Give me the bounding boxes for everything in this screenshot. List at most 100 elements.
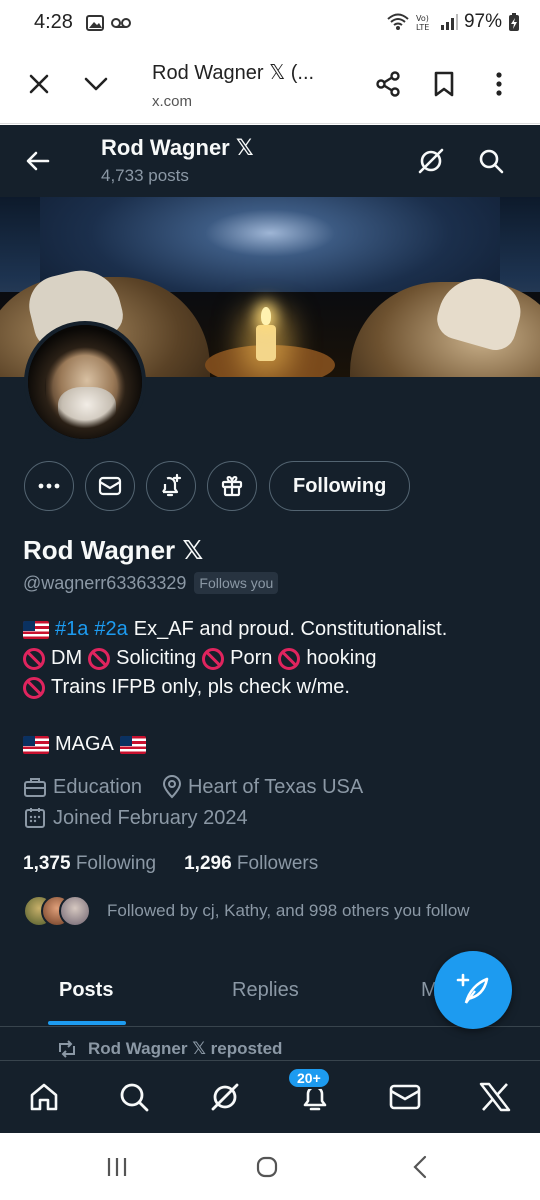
x-app: Rod Wagner 𝕏 4,733 posts Following Rod W… (0, 125, 540, 1133)
joined-item: Joined February 2024 (23, 806, 248, 830)
status-notification-icons (86, 14, 132, 32)
compose-post-button[interactable] (434, 951, 512, 1029)
page-url[interactable]: x.com (152, 93, 192, 110)
avatar-hood (28, 325, 142, 439)
profession-text: Education (53, 775, 142, 798)
bio-text: hooking (306, 647, 377, 669)
more-button[interactable] (24, 461, 74, 511)
followers-count-link[interactable]: 1,296 Followers (184, 853, 318, 875)
wifi-icon (387, 13, 409, 30)
more-options-button[interactable] (479, 64, 519, 104)
status-right: Vo) LTE 97% (386, 11, 520, 33)
active-tab-indicator (48, 1021, 126, 1025)
home-icon (30, 1083, 58, 1111)
bio-text: Trains IFPB only, pls check w/me. (51, 676, 350, 698)
followers-facepile (23, 895, 91, 927)
profile-name: Rod Wagner 𝕏 (23, 535, 203, 566)
hashtag-link[interactable]: #2a (94, 615, 127, 644)
nav-home[interactable] (24, 1077, 64, 1117)
gift-button[interactable] (207, 461, 257, 511)
avatar (59, 895, 91, 927)
chevron-down-icon (84, 77, 108, 91)
bookmark-button[interactable] (424, 64, 464, 104)
followers-count: 1,296 (184, 853, 232, 874)
banner-flame (261, 307, 271, 325)
profile-meta-row-1: Education Heart of Texas USA (23, 775, 363, 799)
tab-posts[interactable]: Posts (59, 979, 113, 1002)
followed-by-text: Followed by cj, Kathy, and 998 others yo… (107, 901, 470, 920)
bio-line-1: #1a #2a Ex_AF and proud. Constitutionali… (23, 615, 523, 644)
repost-icon (59, 1040, 75, 1058)
minimize-button[interactable] (76, 64, 116, 104)
svg-text:Vo): Vo) (416, 14, 429, 23)
prohibited-icon (202, 647, 225, 670)
hashtag-link[interactable]: #1a (55, 615, 88, 644)
back-system-button[interactable] (400, 1151, 440, 1183)
recent-apps-button[interactable] (97, 1151, 137, 1183)
following-button[interactable]: Following (269, 461, 411, 511)
prohibited-icon (23, 647, 45, 670)
location-text: Heart of Texas USA (187, 775, 364, 798)
location-pin-icon (162, 775, 181, 799)
followers-label: Followers (236, 853, 319, 874)
grok-button[interactable] (412, 142, 450, 180)
location-item: Heart of Texas USA (162, 775, 363, 799)
notify-button[interactable] (146, 461, 196, 511)
us-flag-icon (119, 735, 146, 754)
bell-plus-icon (162, 473, 182, 497)
tab-replies[interactable]: Replies (232, 979, 299, 1002)
header-posts-count: 4,733 posts (101, 166, 189, 185)
share-button[interactable] (368, 64, 408, 104)
nav-grok[interactable] (205, 1077, 245, 1117)
joined-text: Joined February 2024 (53, 806, 248, 829)
header-name: Rod Wagner 𝕏 (101, 135, 254, 160)
home-circle-icon (256, 1156, 278, 1178)
nav-search[interactable] (114, 1077, 154, 1117)
profession-item: Education (23, 776, 142, 799)
bio-line-3: Trains IFPB only, pls check w/me. (23, 673, 523, 702)
grok-icon (418, 148, 444, 174)
search-button[interactable] (472, 142, 510, 180)
followed-by-row[interactable]: Followed by cj, Kathy, and 998 others yo… (23, 895, 470, 927)
home-button[interactable] (247, 1151, 287, 1183)
briefcase-icon (24, 778, 46, 797)
search-icon (479, 149, 504, 174)
bio-text: Ex_AF and proud. Constitutionalist. (133, 618, 448, 640)
bookmark-icon (434, 71, 454, 97)
profile-name-text: Rod Wagner 𝕏 (23, 535, 204, 565)
follows-you-badge: Follows you (194, 572, 279, 594)
signal-icon (440, 14, 458, 30)
us-flag-icon (23, 620, 49, 639)
message-button[interactable] (85, 461, 135, 511)
repost-text: Rod Wagner 𝕏 reposted (88, 1039, 283, 1058)
gallery-icon (86, 15, 104, 31)
bottom-nav: 20+ (0, 1060, 540, 1133)
search-icon (120, 1083, 149, 1112)
avatar[interactable] (24, 321, 146, 443)
x-logo-icon (479, 1082, 511, 1112)
nav-messages[interactable] (385, 1077, 425, 1117)
more-horizontal-icon (38, 483, 60, 489)
bio-text: Soliciting (116, 647, 197, 669)
profile-handle: @wagnerr63363329 (23, 572, 187, 593)
close-tab-button[interactable] (19, 64, 59, 104)
bio-text: Porn (230, 647, 273, 669)
bio-spacer (23, 702, 523, 730)
prohibited-icon (278, 647, 301, 670)
browser-toolbar: Rod Wagner 𝕏 (... x.com (0, 46, 540, 124)
banner-candle (256, 325, 276, 361)
following-count-link[interactable]: 1,375 Following (23, 853, 156, 875)
following-count: 1,375 (23, 853, 71, 874)
profile-top-nav: Rod Wagner 𝕏 4,733 posts (0, 125, 540, 197)
status-time: 4:28 (34, 11, 73, 33)
gift-icon (221, 475, 243, 497)
page-title[interactable]: Rod Wagner 𝕏 (... (152, 60, 314, 85)
nav-x-premium[interactable] (475, 1077, 515, 1117)
battery-charging-icon (509, 13, 519, 31)
profile-bio: #1a #2a Ex_AF and proud. Constitutionali… (23, 615, 523, 759)
back-button[interactable] (20, 143, 56, 179)
prohibited-icon (23, 676, 45, 699)
profile-actions: Following (24, 461, 411, 511)
battery-percent: 97% (463, 11, 502, 32)
repost-indicator: Rod Wagner 𝕏 reposted (56, 1039, 282, 1059)
